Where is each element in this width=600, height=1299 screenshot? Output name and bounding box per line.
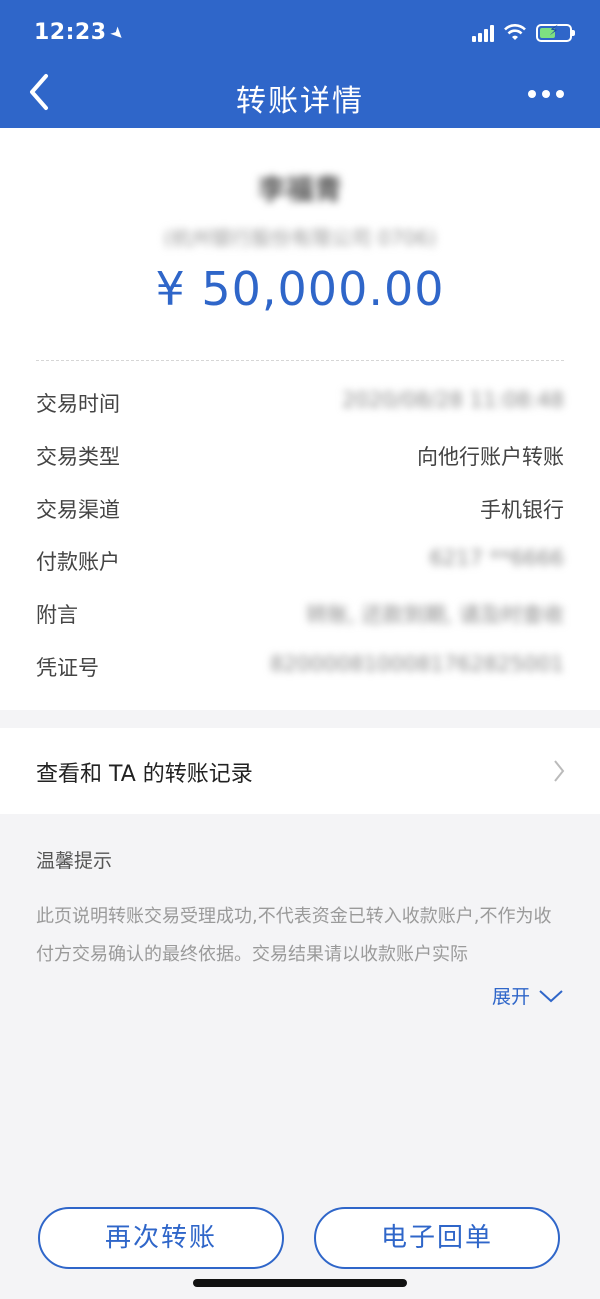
detail-row-voucher: 凭证号 8200008100081762825001 [36,646,564,686]
home-indicator[interactable] [193,1279,407,1287]
detail-label: 附言 [36,603,78,627]
detail-value: 8200008100081762825001 [270,652,564,676]
status-bar-icons: ⚡ [472,23,575,42]
detail-row-channel: 交易渠道 手机银行 [36,488,564,528]
detail-label: 交易时间 [36,392,120,416]
status-time-text: 12:23 [34,20,107,45]
chevron-right-icon [554,760,565,782]
detail-row-time: 交易时间 2020/08/28 11:08:48 [36,382,564,422]
transfer-again-button[interactable]: 再次转账 [38,1207,284,1269]
detail-label: 交易渠道 [36,498,120,522]
battery-icon: ⚡ [536,23,575,42]
status-bar-time: 12:23➤ [34,20,129,45]
detail-label: 交易类型 [36,445,120,469]
chevron-down-icon [539,989,563,1002]
more-options-icon[interactable] [528,90,564,98]
tips-title: 温馨提示 [36,850,113,872]
app-header: 12:23➤ ⚡ 转账详情 [0,0,600,128]
payee-bank: (杭州银行股份有限公司 0706) [163,226,437,250]
cellular-signal-icon [472,24,494,42]
tips-body: 此页说明转账交易受理成功,不代表资金已转入收款账户,不作为收付方交易确认的最终依… [36,906,552,965]
detail-value: 6217 **6666 [429,546,564,570]
detail-label: 付款账户 [36,550,120,574]
transfer-detail-card: 李福青 (杭州银行股份有限公司 0706) ¥ 50,000.00 交易时间 2… [0,128,600,710]
detail-value: 向他行账户转账 [417,445,564,469]
detail-label: 凭证号 [36,656,99,680]
transfer-records-link[interactable]: 查看和 TA 的转账记录 [0,728,600,814]
location-arrow-icon: ➤ [105,21,130,46]
wifi-icon [504,24,526,40]
detail-value: 手机银行 [480,498,564,522]
page-title: 转账详情 [236,84,364,119]
detail-value: 2020/08/28 11:08:48 [341,388,564,412]
dashed-divider [36,360,564,361]
expand-tips-button[interactable]: 展开 [492,982,564,1009]
expand-label: 展开 [491,986,530,1008]
charging-bolt-icon: ⚡ [549,23,559,39]
payee-name: 李福青 [257,173,342,206]
detail-row-type: 交易类型 向他行账户转账 [36,435,564,475]
detail-value: 转账, 还款到期, 请及时查收 [306,603,564,627]
transfer-amount: ¥ 50,000.00 [155,262,445,316]
transfer-records-label: 查看和 TA 的转账记录 [36,762,253,787]
detail-row-account: 付款账户 6217 **6666 [36,540,564,580]
detail-row-memo: 附言 转账, 还款到期, 请及时查收 [36,593,564,633]
e-receipt-button[interactable]: 电子回单 [314,1207,560,1269]
